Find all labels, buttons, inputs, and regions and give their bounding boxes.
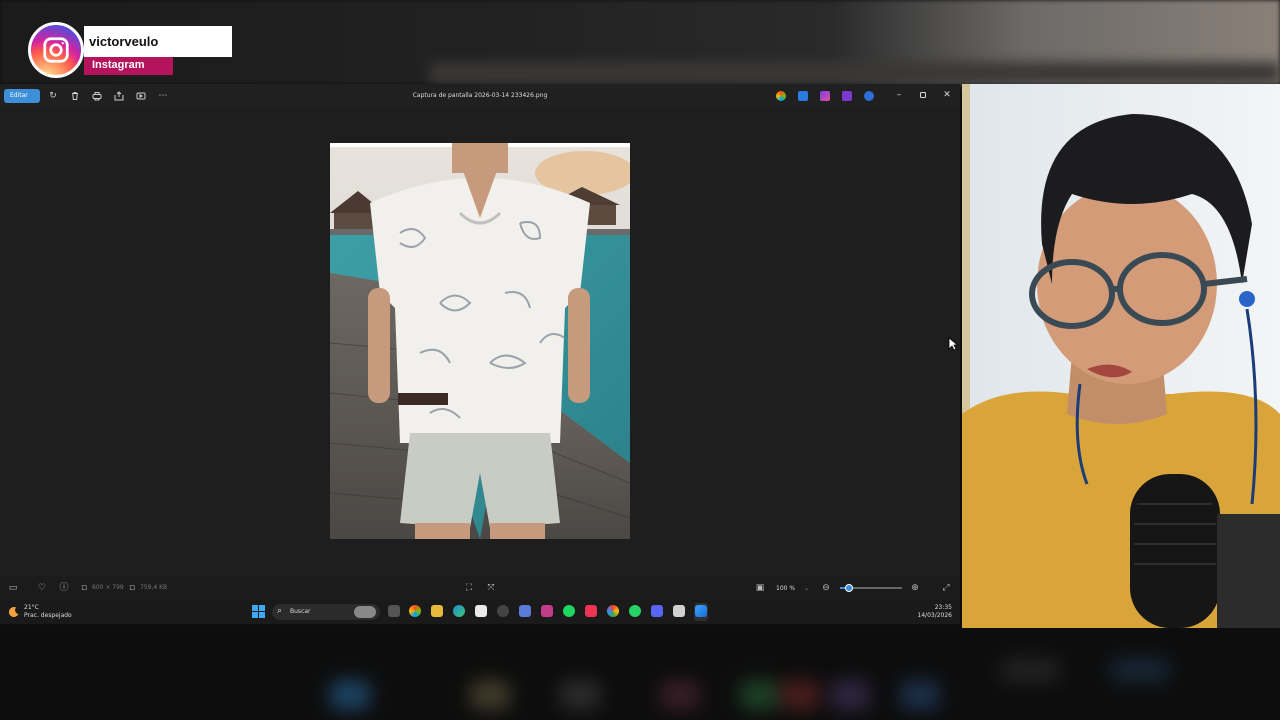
clipchamp-video-icon[interactable]	[842, 91, 852, 101]
image-dimensions: 600 × 799	[92, 584, 124, 591]
favorite-icon[interactable]: ♡	[36, 582, 48, 594]
store-icon[interactable]	[475, 605, 487, 617]
settings-icon[interactable]	[497, 605, 509, 617]
delete-icon[interactable]	[69, 90, 81, 102]
print-icon[interactable]	[91, 90, 103, 102]
slack-icon[interactable]	[541, 605, 553, 617]
calendar-icon[interactable]	[519, 605, 531, 617]
copilot-taskbar-icon[interactable]	[409, 605, 421, 617]
more-icon[interactable]: ⋯	[157, 90, 169, 102]
designer-icon[interactable]	[798, 91, 808, 101]
onedrive-icon[interactable]	[864, 91, 874, 101]
screen: victorveulo Instagram Editar ↻ ⋯ Captura…	[0, 0, 1280, 720]
edit-button-label: Editar	[10, 92, 28, 99]
instagram-username: victorveulo	[84, 26, 232, 57]
image-size-icon: ▫	[80, 583, 88, 593]
spotify-icon[interactable]	[563, 605, 575, 617]
fullscreen-icon[interactable]: ⤢	[940, 582, 952, 594]
weather-temperature: 21°C	[24, 604, 39, 611]
fit-to-window-icon[interactable]: ⛶	[463, 582, 475, 594]
chevron-down-icon: ⌄	[804, 585, 810, 592]
instagram-badge: victorveulo Instagram	[28, 22, 238, 78]
clipchamp-icon[interactable]	[820, 91, 830, 101]
zoom-level-dropdown[interactable]: 100 % ⌄	[772, 582, 812, 594]
file-explorer-icon[interactable]	[431, 605, 443, 617]
displayed-photo[interactable]	[330, 143, 630, 539]
status-bar: ▭ ♡ ⓘ ▫ 600 × 799 ▫ 759,4 KB ⛶ ⤧ ▣ 100 %…	[0, 576, 960, 600]
instagram-platform-label: Instagram	[84, 57, 173, 75]
zoom-slider[interactable]	[840, 584, 902, 592]
filmstrip-icon[interactable]: ▭	[7, 582, 19, 594]
photos-app-window: Editar ↻ ⋯ Captura de pantalla 2026-03-1…	[0, 84, 960, 600]
weather-description: Prac. despejado	[24, 612, 72, 619]
blurred-background-strip	[430, 62, 1280, 84]
mouse-cursor-icon	[948, 337, 958, 351]
taskbar-clock[interactable]: 23:35 14/03/2026	[912, 604, 952, 620]
weather-moon-icon	[8, 607, 19, 618]
zoom-level-value: 100 %	[776, 585, 796, 592]
rotate-icon[interactable]: ↻	[47, 90, 59, 102]
discord-icon[interactable]	[651, 605, 663, 617]
tiktok-icon[interactable]	[585, 605, 597, 617]
taskbar: 21°C Prac. despejado ⌕ Buscar 23:35 14/0…	[0, 600, 960, 624]
whatsapp-icon[interactable]	[629, 605, 641, 617]
task-view-icon[interactable]	[388, 605, 400, 617]
blurred-background-bottom	[0, 628, 1280, 720]
zoom-slider-thumb[interactable]	[845, 584, 854, 592]
edge-icon[interactable]	[453, 605, 465, 617]
window-title: Captura de pantalla 2026-03-14 233426.pn…	[412, 92, 548, 99]
webcam-feed	[962, 84, 1280, 628]
clock-date: 14/03/2026	[917, 612, 952, 619]
windows-start-icon[interactable]	[252, 605, 265, 618]
weather-widget[interactable]: 21°C Prac. despejado	[24, 604, 72, 620]
info-icon[interactable]: ⓘ	[58, 582, 70, 594]
share-icon[interactable]	[113, 90, 125, 102]
search-placeholder: Buscar	[290, 608, 311, 615]
file-size: 759,4 KB	[140, 584, 168, 591]
instagram-icon	[28, 22, 84, 78]
clock-time: 23:35	[934, 604, 952, 611]
taskbar-search[interactable]: ⌕ Buscar	[272, 604, 380, 620]
chrome-icon[interactable]	[607, 605, 619, 617]
zoom-out-icon[interactable]: ⊖	[820, 582, 832, 594]
edit-button[interactable]: Editar	[4, 89, 40, 103]
zoom-fit-icon[interactable]: ▣	[754, 582, 766, 594]
close-icon[interactable]: ✕	[941, 89, 953, 101]
zoom-in-icon[interactable]: ⊕	[909, 582, 921, 594]
search-highlight-icon	[354, 606, 376, 618]
image-viewer	[0, 108, 960, 576]
search-icon: ⌕	[277, 606, 283, 616]
actual-size-icon[interactable]: ⤧	[485, 582, 497, 594]
snipping-tool-icon[interactable]	[673, 605, 685, 617]
copilot-icon[interactable]	[776, 91, 786, 101]
file-size-icon: ▫	[128, 583, 136, 593]
photos-app-icon[interactable]	[695, 605, 707, 617]
minimize-icon[interactable]: –	[893, 89, 905, 101]
slideshow-icon[interactable]	[135, 90, 147, 102]
maximize-icon[interactable]	[917, 89, 929, 101]
title-bar: Editar ↻ ⋯ Captura de pantalla 2026-03-1…	[0, 84, 960, 108]
